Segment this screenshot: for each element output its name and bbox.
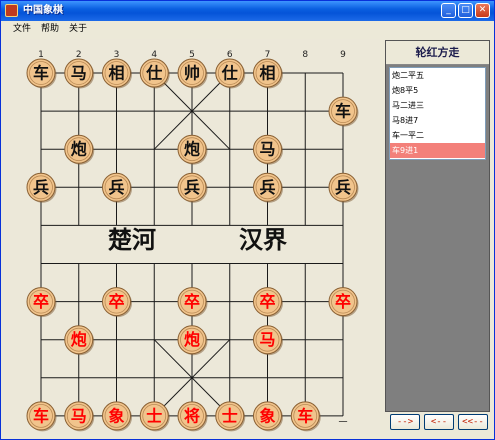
move-history-list[interactable]: 炮二平五 炮8平5 马二进三 马8进7 车一平二 车9进1	[389, 67, 486, 160]
piece-black[interactable]: 兵	[26, 172, 57, 203]
piece-red[interactable]: 车	[26, 401, 57, 432]
piece-label: 车	[33, 406, 49, 425]
piece-red[interactable]: 将	[177, 401, 208, 432]
piece-black[interactable]: 兵	[177, 172, 208, 203]
minimize-button[interactable]: _	[441, 3, 456, 18]
piece-label: 兵	[108, 178, 124, 197]
move-list-item[interactable]: 车9进1	[390, 143, 485, 158]
piece-black[interactable]: 仕	[215, 58, 246, 89]
app-icon	[5, 4, 18, 17]
turn-indicator: 轮红方走	[386, 41, 489, 65]
piece-red[interactable]: 炮	[64, 325, 95, 356]
piece-label: 士	[222, 406, 238, 425]
piece-black[interactable]: 相	[102, 58, 133, 89]
title-bar[interactable]: 中国象棋 _ □ ✕	[1, 1, 494, 21]
menu-help[interactable]: 帮助	[41, 23, 59, 36]
move-list-item[interactable]: 炮8平5	[390, 83, 485, 98]
piece-black[interactable]: 车	[328, 96, 359, 127]
move-list-item[interactable]: 车一平二	[390, 128, 485, 143]
piece-label: 炮	[184, 330, 200, 349]
close-button[interactable]: ✕	[475, 3, 490, 18]
piece-label: 帅	[184, 64, 200, 83]
piece-black[interactable]: 兵	[328, 172, 359, 203]
piece-label: 车	[335, 102, 351, 121]
side-panel: 轮红方走 炮二平五 炮8平5 马二进三 马8进7 车一平二 车9进1	[385, 40, 490, 412]
first-move-button[interactable]: <<--	[458, 414, 488, 430]
piece-label: 炮	[184, 140, 200, 159]
piece-label: 卒	[259, 292, 275, 311]
piece-label: 马	[71, 406, 87, 425]
piece-label: 马	[259, 140, 275, 159]
piece-label: 仕	[145, 64, 162, 83]
piece-black[interactable]: 仕	[139, 58, 170, 89]
piece-label: 仕	[221, 64, 238, 83]
piece-red[interactable]: 象	[102, 401, 133, 432]
river-right-label: 汉界	[239, 225, 287, 254]
menu-about[interactable]: 关于	[69, 23, 87, 36]
piece-label: 兵	[259, 178, 275, 197]
board-panel: 123456789 九八七六五四三二一 楚河 汉界 车马相仕帅仕相车炮炮马兵兵兵…	[5, 39, 380, 434]
app-window: 中国象棋 _ □ ✕ 文件 帮助 关于 123456789 九八七六五四三二一 …	[0, 0, 495, 440]
piece-label: 兵	[335, 178, 351, 197]
piece-label: 卒	[33, 292, 49, 311]
piece-label: 象	[108, 406, 124, 425]
file-label-top: 6	[227, 50, 233, 60]
prev-move-button[interactable]: <--	[424, 414, 454, 430]
piece-red[interactable]: 士	[139, 401, 170, 432]
piece-red[interactable]: 卒	[328, 287, 359, 318]
chess-board[interactable]: 123456789 九八七六五四三二一 楚河 汉界 车马相仕帅仕相车炮炮马兵兵兵…	[5, 39, 380, 434]
piece-label: 马	[71, 64, 87, 83]
maximize-button[interactable]: □	[458, 3, 473, 18]
piece-black[interactable]: 帅	[177, 58, 208, 89]
piece-red[interactable]: 卒	[102, 287, 133, 318]
piece-label: 马	[259, 330, 275, 349]
piece-black[interactable]: 马	[64, 58, 95, 89]
piece-black[interactable]: 相	[253, 58, 284, 89]
piece-label: 兵	[33, 178, 49, 197]
piece-red[interactable]: 象	[253, 401, 284, 432]
piece-black[interactable]: 马	[253, 134, 284, 165]
piece-label: 将	[184, 406, 200, 425]
window-title: 中国象棋	[23, 5, 63, 16]
piece-label: 士	[146, 406, 162, 425]
piece-label: 卒	[335, 292, 351, 311]
piece-label: 卒	[184, 292, 200, 311]
piece-black[interactable]: 炮	[64, 134, 95, 165]
piece-label: 相	[259, 64, 275, 83]
piece-red[interactable]: 卒	[253, 287, 284, 318]
menu-file[interactable]: 文件	[13, 23, 31, 36]
file-label-top: 8	[302, 50, 308, 60]
file-label-top: 4	[151, 50, 157, 60]
piece-label: 相	[108, 64, 124, 83]
move-list-item[interactable]: 马8进7	[390, 113, 485, 128]
piece-label: 炮	[71, 330, 87, 349]
piece-black[interactable]: 车	[26, 58, 57, 89]
piece-label: 兵	[184, 178, 200, 197]
piece-red[interactable]: 卒	[177, 287, 208, 318]
move-list-item[interactable]: 炮二平五	[390, 68, 485, 83]
piece-black[interactable]: 兵	[253, 172, 284, 203]
piece-black[interactable]: 兵	[102, 172, 133, 203]
piece-red[interactable]: 炮	[177, 325, 208, 356]
piece-red[interactable]: 卒	[26, 287, 57, 318]
next-move-button[interactable]: -->	[390, 414, 420, 430]
file-label-top: 9	[340, 50, 346, 60]
piece-red[interactable]: 士	[215, 401, 246, 432]
menu-bar: 文件 帮助 关于	[1, 21, 494, 38]
file-label-bottom: 一	[338, 418, 347, 428]
piece-black[interactable]: 炮	[177, 134, 208, 165]
piece-label: 象	[259, 406, 275, 425]
move-list-item[interactable]: 马二进三	[390, 98, 485, 113]
piece-red[interactable]: 马	[64, 401, 95, 432]
piece-red[interactable]: 车	[290, 401, 321, 432]
piece-label: 卒	[108, 292, 124, 311]
piece-label: 炮	[71, 140, 87, 159]
piece-red[interactable]: 马	[253, 325, 284, 356]
piece-label: 车	[297, 406, 313, 425]
piece-label: 车	[33, 64, 49, 83]
river-left-label: 楚河	[108, 225, 156, 254]
